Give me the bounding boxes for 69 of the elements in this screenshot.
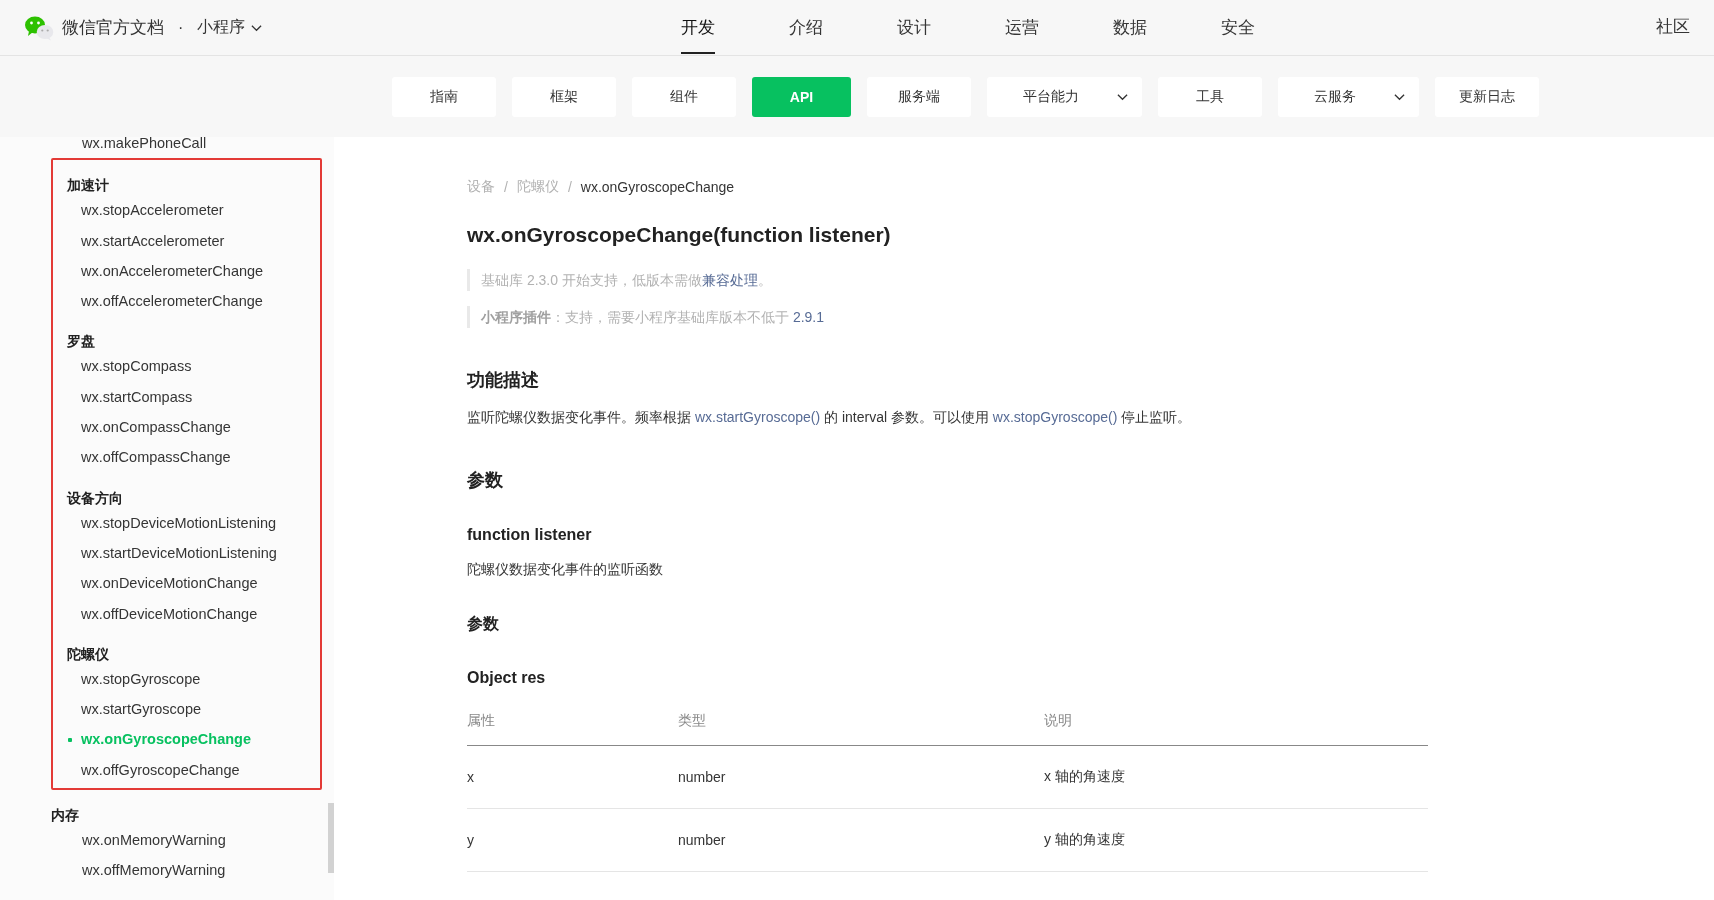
- sidebar-group-title: 内存: [50, 806, 80, 826]
- column-header: 说明: [1044, 709, 1428, 746]
- section-tab[interactable]: 工具: [1158, 76, 1262, 117]
- section-tab[interactable]: 更新日志: [1435, 76, 1539, 117]
- sidebar-item[interactable]: wx.onDeviceMotionChange: [67, 568, 258, 599]
- section-tab[interactable]: 指南: [392, 76, 496, 117]
- nav-tab[interactable]: 介绍: [752, 0, 860, 56]
- sidebar-item[interactable]: wx.offCompassChange: [67, 442, 231, 473]
- sidebar-item[interactable]: wx.stopGyroscope: [67, 663, 201, 695]
- table-cell: y 轴的角速度: [1044, 808, 1428, 872]
- note-text: 基础库 2.3.0 开始支持，低版本需做兼容处理。: [467, 269, 1428, 291]
- sidebar-item[interactable]: wx.onCompassChange: [67, 412, 231, 443]
- inline-link[interactable]: 2.9.1: [792, 309, 825, 325]
- community-link[interactable]: 社区: [1656, 0, 1690, 56]
- sidebar-item[interactable]: wx.offGyroscopeChange: [67, 754, 240, 786]
- sidebar-item[interactable]: wx.startAccelerometer: [67, 225, 225, 256]
- section-heading: 功能描述: [467, 369, 540, 392]
- sidebar-item[interactable]: wx.startCompass: [67, 381, 193, 413]
- sidebar-item[interactable]: wx.onMemoryWarning: [51, 825, 226, 856]
- nav-tab[interactable]: 设计: [860, 0, 968, 56]
- subsection-heading: Object res: [467, 669, 547, 687]
- section-tab[interactable]: 框架: [512, 76, 616, 117]
- breadcrumb-current: wx.onGyroscopeChange: [580, 179, 735, 195]
- page-title: wx.onGyroscopeChange(function listener): [467, 223, 892, 247]
- breadcrumb-separator: /: [504, 179, 508, 195]
- paragraph: 陀螺仪数据变化事件的监听函数: [467, 560, 664, 579]
- inline-link[interactable]: 兼容处理: [701, 272, 758, 288]
- sidebar-group-title: 陀螺仪: [67, 644, 110, 664]
- sidebar-group-title: 加速计: [67, 176, 110, 196]
- sidebar-item[interactable]: wx.startDeviceMotionListening: [67, 537, 277, 569]
- sidebar-group-title: 罗盘: [67, 332, 96, 352]
- paragraph: 监听陀螺仪数据变化事件。频率根据 wx.startGyroscope() 的 interval 参数。可以使用 wx.stopGyroscope() 停止监听。: [467, 408, 1193, 427]
- sidebar-item[interactable]: wx.startGyroscope: [67, 694, 202, 725]
- inline-link[interactable]: wx.stopGyroscope(): [992, 409, 1118, 425]
- separator-dot: ·: [178, 18, 184, 37]
- section-heading: 参数: [467, 469, 504, 492]
- table-cell: x: [467, 745, 678, 809]
- sidebar-item[interactable]: wx.onAccelerometerChange: [67, 255, 264, 287]
- table-cell: number: [678, 808, 1044, 872]
- inline-link[interactable]: wx.startGyroscope(): [694, 409, 821, 425]
- sidebar-group-title: 设备方向: [67, 488, 124, 508]
- section-tab[interactable]: 组件: [632, 76, 736, 117]
- sidebar-item[interactable]: wx.offMemoryWarning: [51, 855, 226, 886]
- section-tab[interactable]: 服务端: [867, 76, 971, 117]
- section-tab[interactable]: 云服务: [1278, 76, 1419, 117]
- sidebar-item[interactable]: wx.stopAccelerometer: [67, 195, 224, 226]
- section-tab[interactable]: 平台能力: [987, 76, 1142, 117]
- sidebar-item[interactable]: wx.offAccelerometerChange: [67, 286, 263, 317]
- column-header: 类型: [678, 709, 1044, 746]
- sidebar-item[interactable]: wx.makePhoneCall: [51, 128, 207, 159]
- table-cell: number: [678, 745, 1044, 809]
- product-dropdown[interactable]: 小程序: [197, 17, 263, 38]
- nav-tab[interactable]: 数据: [1076, 0, 1184, 56]
- nav-tab[interactable]: 安全: [1184, 0, 1292, 56]
- nav-tab[interactable]: 运营: [968, 0, 1076, 56]
- column-header: 属性: [467, 709, 678, 746]
- chevron-down-icon: [251, 23, 263, 32]
- sidebar-item[interactable]: wx.offDeviceMotionChange: [67, 598, 258, 629]
- scrollbar-thumb[interactable]: [328, 803, 334, 873]
- sidebar-item[interactable]: wx.stopCompass: [67, 351, 192, 382]
- site-title[interactable]: 微信官方文档: [62, 16, 164, 39]
- table-cell: x 轴的角速度: [1044, 745, 1428, 809]
- subsection-heading: 参数: [467, 614, 500, 634]
- breadcrumb-separator: /: [567, 179, 572, 195]
- table-cell: y: [467, 808, 678, 872]
- sidebar-item[interactable]: wx.stopDeviceMotionListening: [67, 507, 277, 538]
- note-text: 小程序插件：支持，需要小程序基础库版本不低于 2.9.1: [467, 306, 1428, 328]
- chat-bubbles-logo-icon: [24, 14, 54, 41]
- subsection-heading: function listener: [467, 526, 593, 544]
